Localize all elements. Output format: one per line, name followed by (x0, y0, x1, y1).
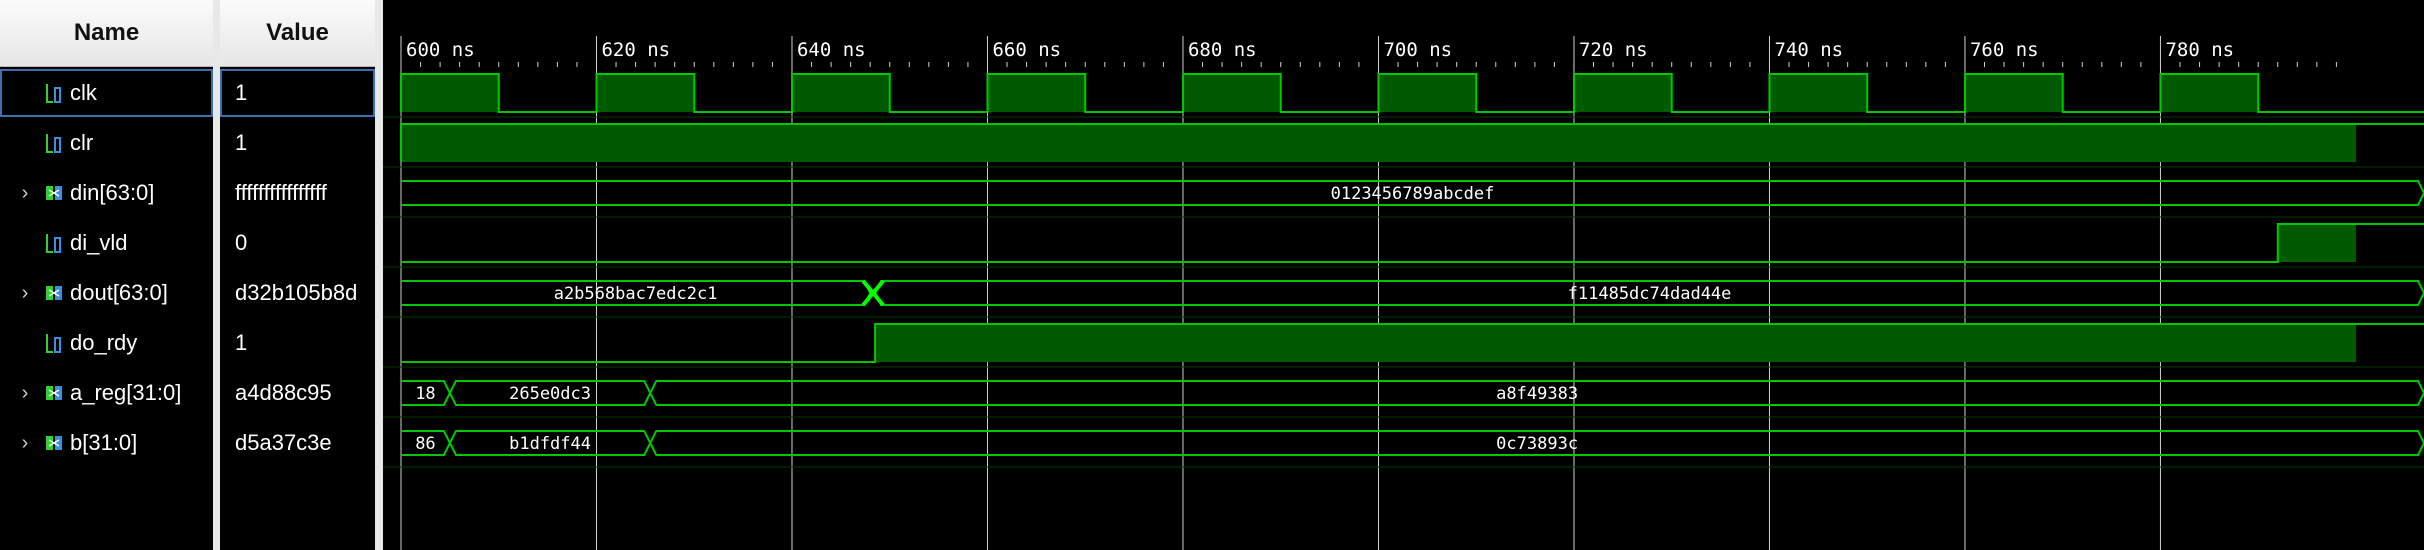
expand-chevron-icon[interactable]: › (14, 182, 36, 205)
wave-high-fill (987, 74, 1086, 112)
signal-name-label: dout[63:0] (70, 280, 168, 305)
expand-chevron-icon[interactable]: › (14, 382, 36, 405)
expand-chevron-icon[interactable]: › (14, 432, 36, 455)
bus-value-label: 265e0dc3 (509, 384, 591, 404)
bus-value-label: b1dfdf44 (509, 434, 591, 454)
bus-value-label: 0123456789abcdef (1331, 184, 1495, 204)
tick-label: 740 ns (1774, 39, 1843, 61)
wave-high-fill (875, 324, 2356, 362)
wave-high-fill (596, 74, 695, 112)
wave-high-fill (401, 74, 499, 112)
signal-value-pane: Value 1 1 ffffffffffffffff 0 d32b105b8d 1 a4d8… (220, 0, 375, 550)
signal-value-cell[interactable]: a4d88c95 (220, 369, 375, 417)
bus-signal-icon (44, 380, 62, 406)
tick-label: 760 ns (1970, 39, 2039, 61)
signal-value-cell[interactable]: d32b105b8d (220, 269, 375, 317)
signal-row-name[interactable]: › a_reg[31:0] (0, 369, 213, 417)
signal-row-name[interactable]: › b[31:0] (0, 419, 213, 467)
bus-value-label: 86 (415, 434, 435, 454)
signal-row-name[interactable]: clr (0, 119, 213, 167)
name-column-header[interactable]: Name (0, 0, 213, 67)
wave-high-fill (1378, 74, 1477, 112)
bus-value-label: a2b568bac7edc2c1 (554, 284, 718, 304)
signal-value-cell[interactable]: 0 (220, 219, 375, 267)
tick-label: 660 ns (992, 39, 1061, 61)
tick-label: 620 ns (601, 39, 670, 61)
tick-label: 780 ns (2165, 39, 2234, 61)
signal-name-label: b[31:0] (70, 430, 138, 455)
signal-name-label: a_reg[31:0] (70, 380, 182, 405)
tick-label: 640 ns (797, 39, 866, 61)
signal-value-cell[interactable]: 1 (220, 69, 375, 117)
signal-row-name[interactable]: › dout[63:0] (0, 269, 213, 317)
signal-value-cell[interactable]: d5a37c3e (220, 419, 375, 467)
signal-name-label: clr (70, 130, 94, 155)
signal-row-name[interactable]: › din[63:0] (0, 169, 213, 217)
wave-high-fill (2160, 74, 2259, 112)
bit-signal-icon (44, 80, 62, 106)
tick-label: 700 ns (1383, 39, 1452, 61)
wave-high-fill (1964, 74, 2063, 112)
bit-signal-icon (44, 130, 62, 156)
signal-row-name[interactable]: di_vld (0, 219, 213, 267)
signal-name-label: din[63:0] (70, 180, 155, 205)
wave-high-fill (1769, 74, 1868, 112)
tick-label: 720 ns (1579, 39, 1648, 61)
glitch-marker (861, 279, 885, 307)
value-column-header[interactable]: Value (220, 0, 375, 67)
signal-name-pane: Name clk clr › din[63:0] di_vld › dout[63:0] do… (0, 0, 213, 550)
bus-signal-icon (44, 280, 62, 306)
wave-di_vld (401, 223, 2424, 263)
bus-signal-icon (44, 180, 62, 206)
expand-chevron-icon[interactable]: › (14, 282, 36, 305)
wave-high-fill (2277, 224, 2356, 262)
tick-label: 600 ns (406, 39, 475, 61)
signal-name-label: do_rdy (70, 330, 138, 355)
pane-splitter-left[interactable] (213, 0, 220, 550)
signal-value-cell[interactable]: ffffffffffffffff (220, 169, 375, 217)
pane-splitter-right[interactable] (375, 0, 383, 550)
wave-high-fill (401, 124, 2356, 162)
bit-signal-icon (44, 330, 62, 356)
bus-signal-icon (44, 430, 62, 456)
bus-value-label: 0c73893c (1496, 434, 1578, 454)
bus-value-label: f11485dc74dad44e (1568, 284, 1732, 304)
signal-name-label: clk (70, 80, 97, 105)
tick-label: 680 ns (1188, 39, 1257, 61)
bus-value-label: 18 (415, 384, 435, 404)
wave-high-fill (1573, 74, 1672, 112)
signal-row-name[interactable]: clk (0, 69, 213, 117)
waveform-canvas[interactable]: 600 ns 620 ns 640 ns 660 ns 680 ns 700 ns 720 … (383, 0, 2424, 550)
signal-name-label: di_vld (70, 230, 128, 255)
bus-value-label: a8f49383 (1496, 384, 1578, 404)
bit-signal-icon (44, 230, 62, 256)
wave-high-fill (1182, 74, 1281, 112)
signal-value-cell[interactable]: 1 (220, 119, 375, 167)
signal-value-cell[interactable]: 1 (220, 319, 375, 367)
wave-high-fill (791, 74, 890, 112)
signal-row-name[interactable]: do_rdy (0, 319, 213, 367)
